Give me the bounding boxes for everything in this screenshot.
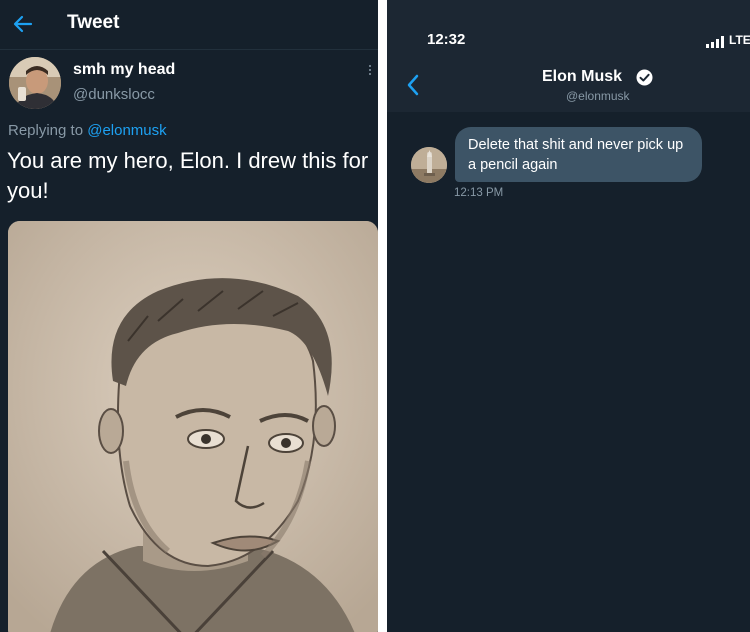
- chevron-left-icon[interactable]: [406, 73, 420, 97]
- contact-handle[interactable]: @elonmusk: [566, 89, 630, 103]
- mention-link[interactable]: @elonmusk: [87, 122, 166, 139]
- message-bubble[interactable]: Delete that shit and never pick up a pen…: [455, 127, 702, 182]
- avatar[interactable]: [9, 57, 61, 109]
- network-label: LTE: [729, 33, 750, 47]
- dm-header: 12:32 LTE Elon Musk @elonmusk: [387, 0, 750, 112]
- back-arrow-icon[interactable]: [11, 12, 35, 36]
- status-time: 12:32: [427, 31, 466, 48]
- tweet-header: Tweet: [0, 0, 378, 50]
- avatar[interactable]: [411, 147, 447, 183]
- contact-name[interactable]: Elon Musk: [542, 68, 622, 86]
- replying-to: Replying to @elonmusk: [8, 122, 167, 139]
- author-name[interactable]: smh my head: [73, 61, 175, 79]
- replying-prefix: Replying to: [8, 122, 88, 139]
- panel-divider: [378, 0, 387, 632]
- message-timestamp: 12:13 PM: [454, 187, 504, 199]
- tweet-text: You are my hero, Elon. I drew this for y…: [7, 148, 369, 203]
- verified-badge-icon: [636, 69, 653, 86]
- tweet-panel: Tweet smh my head @dunkslocc Replying to…: [0, 0, 378, 632]
- dm-panel: 12:32 LTE Elon Musk @elonmusk Delete tha…: [387, 0, 750, 632]
- page-title: Tweet: [67, 12, 120, 33]
- author-handle[interactable]: @dunkslocc: [73, 86, 155, 103]
- more-vertical-icon[interactable]: [366, 63, 374, 79]
- tweet-image[interactable]: [8, 221, 378, 632]
- signal-bars-icon: [706, 36, 724, 48]
